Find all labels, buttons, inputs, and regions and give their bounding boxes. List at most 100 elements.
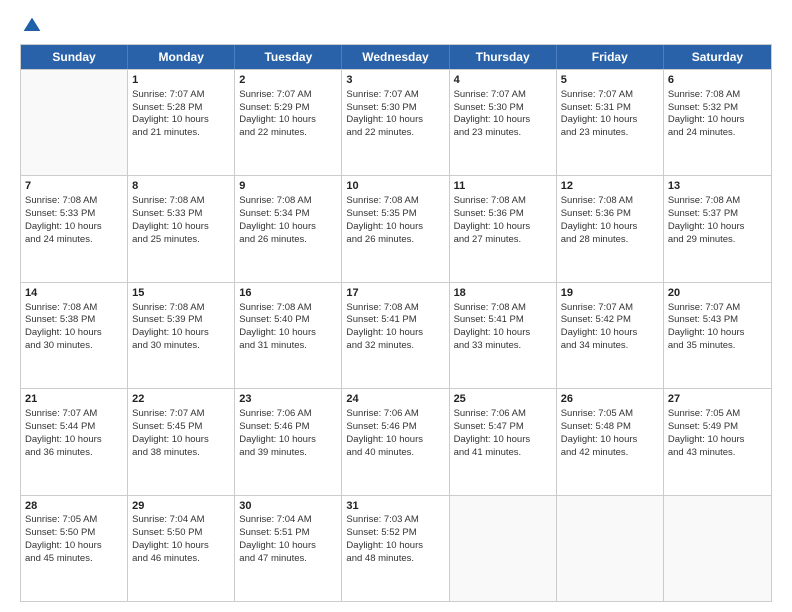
day-info-line: Sunset: 5:36 PM: [561, 208, 659, 221]
calendar-cell-27: 27Sunrise: 7:05 AMSunset: 5:49 PMDayligh…: [664, 389, 771, 494]
day-number-20: 20: [668, 286, 767, 301]
calendar-row-3: 21Sunrise: 7:07 AMSunset: 5:44 PMDayligh…: [21, 388, 771, 494]
day-info-line: and 29 minutes.: [668, 234, 767, 247]
day-number-31: 31: [346, 499, 444, 514]
day-info-line: Daylight: 10 hours: [239, 434, 337, 447]
day-info-line: Sunset: 5:41 PM: [346, 314, 444, 327]
day-info-line: and 32 minutes.: [346, 340, 444, 353]
day-info-line: Sunset: 5:44 PM: [25, 421, 123, 434]
calendar-cell-25: 25Sunrise: 7:06 AMSunset: 5:47 PMDayligh…: [450, 389, 557, 494]
day-info-line: Daylight: 10 hours: [561, 221, 659, 234]
day-number-28: 28: [25, 499, 123, 514]
day-info-line: Sunset: 5:34 PM: [239, 208, 337, 221]
calendar-cell-30: 30Sunrise: 7:04 AMSunset: 5:51 PMDayligh…: [235, 496, 342, 601]
day-info-line: Sunset: 5:48 PM: [561, 421, 659, 434]
day-info-line: Daylight: 10 hours: [668, 221, 767, 234]
calendar-cell-10: 10Sunrise: 7:08 AMSunset: 5:35 PMDayligh…: [342, 176, 449, 281]
calendar-cell-15: 15Sunrise: 7:08 AMSunset: 5:39 PMDayligh…: [128, 283, 235, 388]
day-number-22: 22: [132, 392, 230, 407]
day-number-29: 29: [132, 499, 230, 514]
day-number-30: 30: [239, 499, 337, 514]
calendar-cell-20: 20Sunrise: 7:07 AMSunset: 5:43 PMDayligh…: [664, 283, 771, 388]
day-info-line: Sunrise: 7:07 AM: [239, 89, 337, 102]
day-info-line: Daylight: 10 hours: [668, 327, 767, 340]
page: SundayMondayTuesdayWednesdayThursdayFrid…: [0, 0, 792, 612]
day-info-line: Daylight: 10 hours: [25, 327, 123, 340]
day-info-line: and 26 minutes.: [239, 234, 337, 247]
day-info-line: Sunrise: 7:04 AM: [132, 514, 230, 527]
day-info-line: Sunset: 5:46 PM: [346, 421, 444, 434]
calendar-cell-18: 18Sunrise: 7:08 AMSunset: 5:41 PMDayligh…: [450, 283, 557, 388]
day-info-line: Sunset: 5:40 PM: [239, 314, 337, 327]
day-info-line: and 22 minutes.: [346, 127, 444, 140]
day-info-line: Sunrise: 7:08 AM: [239, 302, 337, 315]
day-info-line: and 39 minutes.: [239, 447, 337, 460]
day-info-line: and 31 minutes.: [239, 340, 337, 353]
day-info-line: and 24 minutes.: [25, 234, 123, 247]
day-info-line: Sunrise: 7:07 AM: [561, 89, 659, 102]
day-info-line: Sunset: 5:49 PM: [668, 421, 767, 434]
calendar-cell-7: 7Sunrise: 7:08 AMSunset: 5:33 PMDaylight…: [21, 176, 128, 281]
day-number-8: 8: [132, 179, 230, 194]
calendar-cell-22: 22Sunrise: 7:07 AMSunset: 5:45 PMDayligh…: [128, 389, 235, 494]
day-info-line: Daylight: 10 hours: [25, 221, 123, 234]
day-info-line: and 42 minutes.: [561, 447, 659, 460]
day-info-line: and 38 minutes.: [132, 447, 230, 460]
day-info-line: Sunrise: 7:08 AM: [346, 302, 444, 315]
calendar-row-4: 28Sunrise: 7:05 AMSunset: 5:50 PMDayligh…: [21, 495, 771, 601]
day-info-line: Sunset: 5:45 PM: [132, 421, 230, 434]
day-info-line: Sunset: 5:30 PM: [454, 102, 552, 115]
calendar-cell-14: 14Sunrise: 7:08 AMSunset: 5:38 PMDayligh…: [21, 283, 128, 388]
day-info-line: Sunset: 5:37 PM: [668, 208, 767, 221]
day-info-line: Sunrise: 7:06 AM: [346, 408, 444, 421]
day-info-line: Sunset: 5:50 PM: [132, 527, 230, 540]
day-info-line: and 23 minutes.: [454, 127, 552, 140]
day-info-line: Sunrise: 7:08 AM: [132, 302, 230, 315]
day-number-26: 26: [561, 392, 659, 407]
day-number-21: 21: [25, 392, 123, 407]
day-info-line: and 21 minutes.: [132, 127, 230, 140]
day-number-15: 15: [132, 286, 230, 301]
day-info-line: Daylight: 10 hours: [239, 114, 337, 127]
day-header-monday: Monday: [128, 45, 235, 69]
day-info-line: Sunrise: 7:04 AM: [239, 514, 337, 527]
day-info-line: Daylight: 10 hours: [239, 221, 337, 234]
day-info-line: Sunset: 5:39 PM: [132, 314, 230, 327]
calendar-cell-empty-4-4: [450, 496, 557, 601]
day-number-19: 19: [561, 286, 659, 301]
day-header-sunday: Sunday: [21, 45, 128, 69]
day-info-line: Daylight: 10 hours: [454, 114, 552, 127]
day-number-14: 14: [25, 286, 123, 301]
day-header-saturday: Saturday: [664, 45, 771, 69]
day-number-2: 2: [239, 73, 337, 88]
day-info-line: Daylight: 10 hours: [346, 327, 444, 340]
day-info-line: and 27 minutes.: [454, 234, 552, 247]
day-info-line: Sunrise: 7:03 AM: [346, 514, 444, 527]
day-info-line: Daylight: 10 hours: [239, 327, 337, 340]
day-info-line: Sunset: 5:42 PM: [561, 314, 659, 327]
calendar-row-2: 14Sunrise: 7:08 AMSunset: 5:38 PMDayligh…: [21, 282, 771, 388]
day-info-line: Sunrise: 7:08 AM: [346, 195, 444, 208]
calendar-cell-8: 8Sunrise: 7:08 AMSunset: 5:33 PMDaylight…: [128, 176, 235, 281]
day-info-line: Daylight: 10 hours: [239, 540, 337, 553]
day-header-thursday: Thursday: [450, 45, 557, 69]
calendar-cell-29: 29Sunrise: 7:04 AMSunset: 5:50 PMDayligh…: [128, 496, 235, 601]
day-info-line: Daylight: 10 hours: [132, 540, 230, 553]
day-info-line: Daylight: 10 hours: [346, 540, 444, 553]
day-number-10: 10: [346, 179, 444, 194]
header: [20, 16, 772, 36]
day-info-line: and 23 minutes.: [561, 127, 659, 140]
day-info-line: and 45 minutes.: [25, 553, 123, 566]
day-info-line: Sunset: 5:33 PM: [25, 208, 123, 221]
day-info-line: Sunset: 5:30 PM: [346, 102, 444, 115]
day-number-4: 4: [454, 73, 552, 88]
day-info-line: Daylight: 10 hours: [132, 221, 230, 234]
calendar-cell-26: 26Sunrise: 7:05 AMSunset: 5:48 PMDayligh…: [557, 389, 664, 494]
day-info-line: and 22 minutes.: [239, 127, 337, 140]
day-info-line: Sunrise: 7:07 AM: [561, 302, 659, 315]
day-info-line: and 43 minutes.: [668, 447, 767, 460]
logo-icon: [22, 16, 42, 36]
day-number-23: 23: [239, 392, 337, 407]
day-number-1: 1: [132, 73, 230, 88]
day-info-line: Daylight: 10 hours: [132, 114, 230, 127]
